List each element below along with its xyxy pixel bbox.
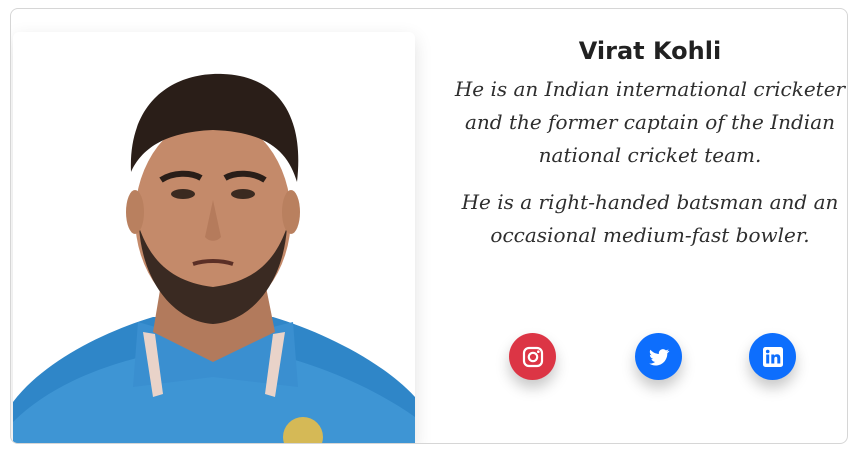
bio-paragraph-1: He is an Indian international cricketer … bbox=[454, 77, 846, 167]
twitter-button[interactable] bbox=[635, 333, 682, 380]
profile-info: Virat Kohli He is an Indian internationa… bbox=[443, 31, 847, 380]
instagram-icon bbox=[522, 346, 543, 367]
profile-photo bbox=[13, 32, 415, 443]
instagram-button[interactable] bbox=[509, 333, 556, 380]
profile-card: Virat Kohli He is an Indian internationa… bbox=[10, 8, 848, 444]
linkedin-icon bbox=[762, 346, 783, 367]
twitter-icon bbox=[648, 348, 669, 365]
linkedin-button[interactable] bbox=[749, 333, 796, 380]
profile-name: Virat Kohli bbox=[578, 37, 722, 65]
social-links bbox=[443, 333, 847, 383]
bio-paragraph-2: He is a right-handed batsman and an occa… bbox=[461, 190, 839, 247]
portrait-illustration bbox=[13, 32, 415, 443]
